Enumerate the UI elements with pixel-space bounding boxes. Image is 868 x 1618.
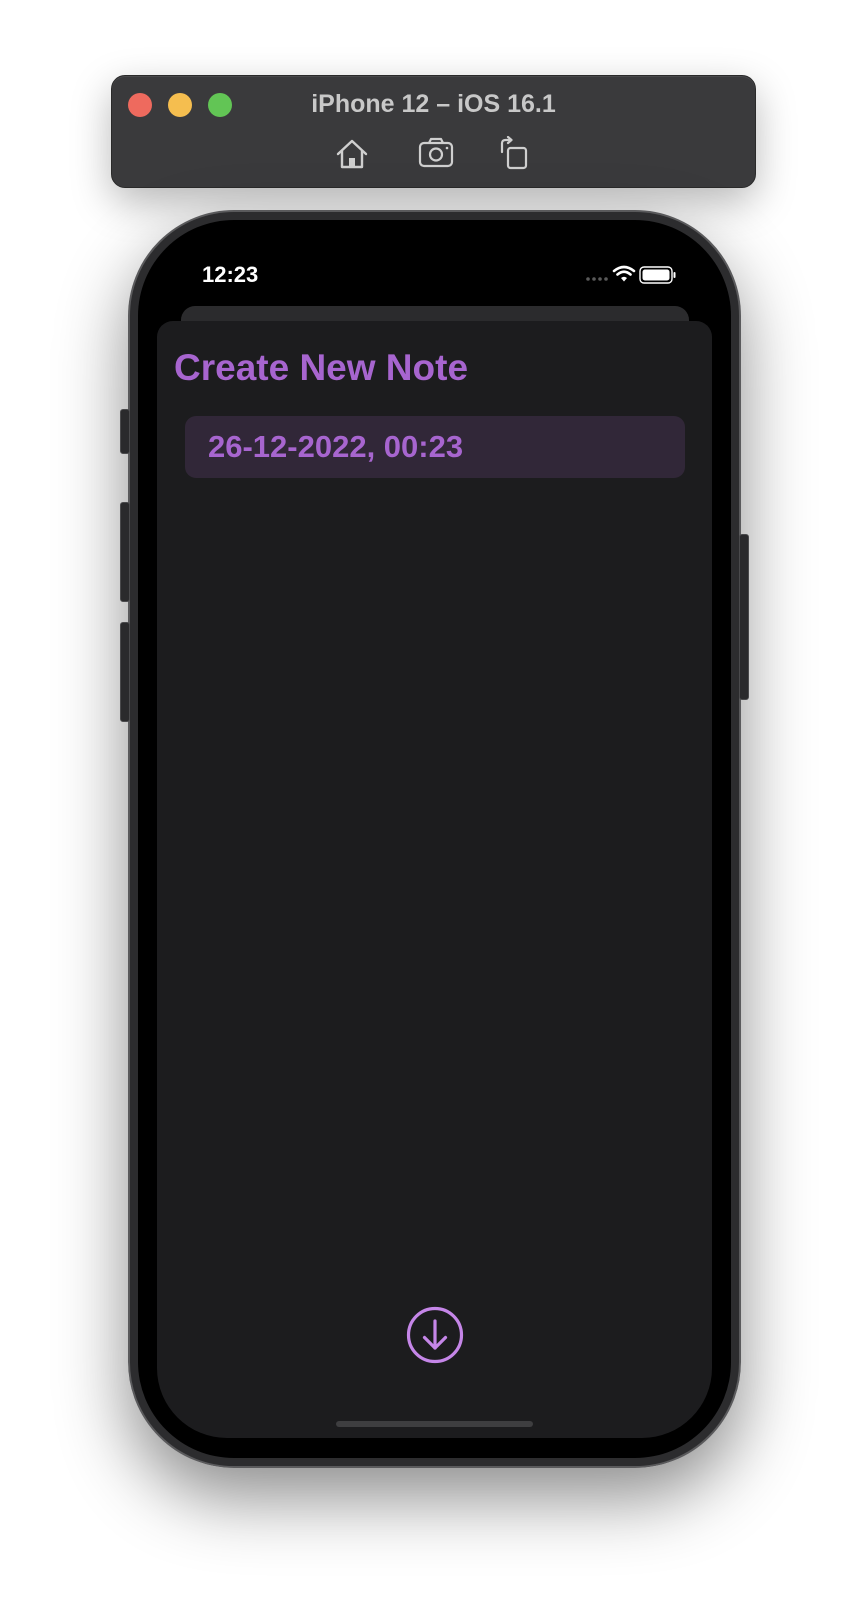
new-note-sheet: Create New Note 26-12-2022, 00:23: [157, 321, 712, 1438]
date-field[interactable]: 26-12-2022, 00:23: [185, 416, 685, 478]
rotate-icon[interactable]: [496, 136, 532, 172]
volume-up-button: [120, 502, 130, 602]
simulator-toolbar: [112, 136, 755, 172]
date-value: 26-12-2022, 00:23: [208, 429, 464, 464]
status-icons: [586, 265, 676, 284]
camera-icon[interactable]: [418, 136, 454, 172]
simulator-title: iPhone 12 – iOS 16.1: [311, 90, 556, 118]
home-icon[interactable]: [334, 136, 370, 172]
battery-icon: [639, 266, 676, 284]
volume-down-button: [120, 622, 130, 722]
arrow-down-circle-icon[interactable]: [406, 1306, 464, 1364]
power-button: [739, 534, 749, 700]
cellular-icon: [586, 277, 608, 281]
sheet-title: Create New Note: [174, 347, 469, 388]
silent-switch: [120, 409, 130, 454]
status-time: 12:23: [202, 262, 259, 287]
screen: iPhone 12 – iOS 16.1 12:23 Create New No…: [0, 0, 868, 1618]
wifi-icon: [612, 265, 636, 282]
home-indicator: [336, 1421, 533, 1427]
simulator-title-bar: iPhone 12 – iOS 16.1: [111, 75, 756, 188]
